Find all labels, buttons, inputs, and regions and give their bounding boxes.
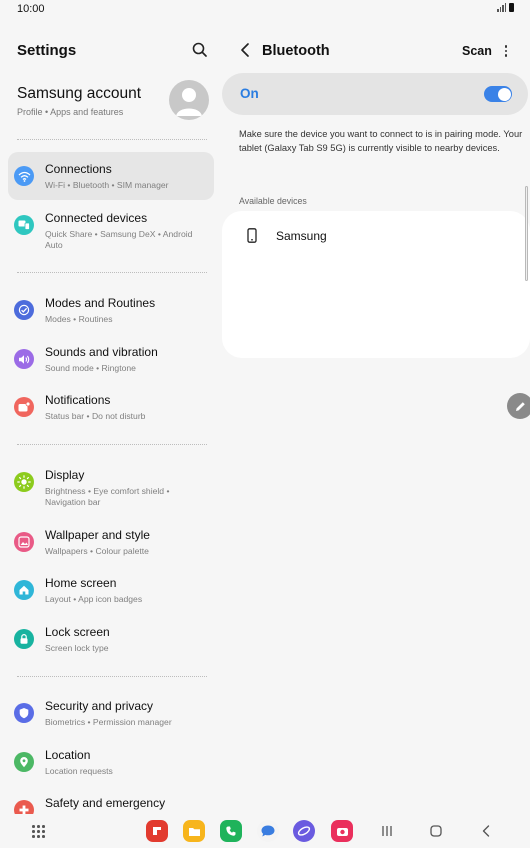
settings-item-subtitle: Quick Share • Samsung DeX • Android Auto [45, 229, 193, 250]
page-title: Bluetooth [262, 43, 330, 59]
safety-icon [14, 800, 34, 814]
settings-item-security-privacy[interactable]: Security and privacy Biometrics • Permis… [8, 689, 214, 737]
pairing-info-text: Make sure the device you want to connect… [239, 129, 523, 153]
settings-item-title: Location [45, 748, 91, 762]
recent-apps-button[interactable] [381, 823, 393, 839]
search-button[interactable] [190, 40, 210, 60]
sun-icon [14, 472, 34, 492]
phone-icon [247, 228, 257, 243]
scrollbar[interactable] [525, 186, 528, 281]
avatar[interactable] [169, 80, 209, 120]
navigation-bar [0, 814, 530, 848]
settings-title: Settings [17, 42, 77, 59]
location-icon [14, 752, 34, 772]
available-devices-list: Samsung [222, 211, 530, 358]
shield-icon [14, 703, 34, 723]
lock-icon [14, 629, 34, 649]
messages-icon[interactable] [257, 820, 279, 842]
camera-icon[interactable] [331, 820, 353, 842]
settings-item-subtitle: Brightness • Eye comfort shield • Naviga… [45, 486, 170, 507]
status-icons [497, 3, 514, 12]
settings-item-title: Notifications [45, 393, 111, 407]
home-nav-icon [430, 825, 442, 837]
settings-item-title: Security and privacy [45, 699, 154, 713]
back-arrow-icon [241, 43, 249, 57]
settings-item-location[interactable]: Location Location requests [8, 738, 214, 786]
settings-item-wallpaper-style[interactable]: Wallpaper and style Wallpapers • Colour … [8, 518, 214, 566]
divider [17, 272, 207, 273]
status-bar: 10:00 [0, 0, 530, 18]
battery-icon [509, 3, 514, 12]
settings-item-lock-screen[interactable]: Lock screen Screen lock type [8, 615, 214, 663]
person-icon [176, 88, 202, 116]
settings-item-subtitle: Layout • App icon badges [45, 594, 143, 604]
back-nav-icon [482, 825, 490, 837]
divider [17, 676, 207, 677]
bluetooth-toggle-card[interactable]: On [222, 73, 528, 115]
home-icon [14, 580, 34, 600]
settings-item-connections[interactable]: Connections Wi-Fi • Bluetooth • SIM mana… [8, 152, 214, 200]
divider [17, 444, 207, 445]
wifi-icon [14, 166, 34, 186]
settings-item-notifications[interactable]: Notifications Status bar • Do not distur… [8, 383, 214, 431]
settings-item-home-screen[interactable]: Home screen Layout • App icon badges [8, 566, 214, 614]
settings-item-subtitle: Wi-Fi • Bluetooth • SIM manager [45, 180, 169, 190]
settings-item-safety-emergency[interactable]: Safety and emergency [8, 786, 214, 814]
settings-item-modes-routines[interactable]: Modes and Routines Modes • Routines [8, 286, 214, 334]
settings-item-subtitle: Modes • Routines [45, 314, 113, 324]
my-files-icon[interactable] [183, 820, 205, 842]
signal-icon [497, 3, 506, 12]
internet-icon[interactable] [293, 820, 315, 842]
available-devices-header: Available devices [239, 196, 307, 206]
settings-item-subtitle: Status bar • Do not disturb [45, 411, 146, 421]
settings-item-subtitle: Location requests [45, 766, 113, 776]
phone-app-icon[interactable] [220, 820, 242, 842]
settings-item-display[interactable]: Display Brightness • Eye comfort shield … [8, 458, 214, 518]
settings-item-title: Connections [45, 162, 112, 176]
toggle-label: On [240, 86, 259, 101]
settings-item-subtitle: Wallpapers • Colour palette [45, 546, 149, 556]
settings-item-title: Display [45, 468, 85, 482]
recents-icon [382, 826, 392, 836]
search-icon [192, 42, 207, 57]
back-button[interactable] [238, 42, 252, 58]
bluetooth-switch[interactable] [484, 86, 512, 102]
settings-item-title: Safety and emergency [45, 796, 166, 810]
settings-item-sounds-vibration[interactable]: Sounds and vibration Sound mode • Ringto… [8, 335, 214, 383]
more-options-button[interactable] [502, 43, 510, 59]
modes-icon [14, 300, 34, 320]
settings-item-title: Connected devices [45, 211, 148, 225]
pencil-icon [515, 401, 525, 411]
settings-item-title: Modes and Routines [45, 296, 156, 310]
flipboard-icon[interactable] [146, 820, 168, 842]
back-nav-button[interactable] [480, 823, 492, 839]
notifications-icon [14, 397, 34, 417]
settings-item-subtitle: Biometrics • Permission manager [45, 717, 172, 727]
more-options-icon [504, 45, 508, 48]
settings-pane: Settings Samsung account Profile • Apps … [0, 18, 222, 814]
device-name[interactable]: Samsung [276, 229, 327, 243]
settings-item-title: Sounds and vibration [45, 345, 158, 359]
settings-item-title: Home screen [45, 576, 117, 590]
settings-item-title: Lock screen [45, 625, 110, 639]
connected-devices-icon [14, 215, 34, 235]
scan-button[interactable]: Scan [462, 44, 492, 58]
switch-knob [497, 87, 511, 101]
settings-item-title: Wallpaper and style [45, 528, 150, 542]
divider [17, 139, 207, 140]
settings-item-subtitle: Sound mode • Ringtone [45, 363, 136, 373]
status-time: 10:00 [17, 3, 45, 15]
settings-item-subtitle: Screen lock type [45, 643, 109, 653]
speaker-icon [14, 349, 34, 369]
apps-grid-icon[interactable] [32, 825, 45, 838]
bluetooth-pane: Bluetooth Scan On Make sure the device y… [222, 18, 530, 814]
home-button[interactable] [429, 823, 443, 839]
edit-button[interactable] [507, 393, 530, 419]
wallpaper-icon [14, 532, 34, 552]
settings-item-connected-devices[interactable]: Connected devices Quick Share • Samsung … [8, 201, 214, 261]
